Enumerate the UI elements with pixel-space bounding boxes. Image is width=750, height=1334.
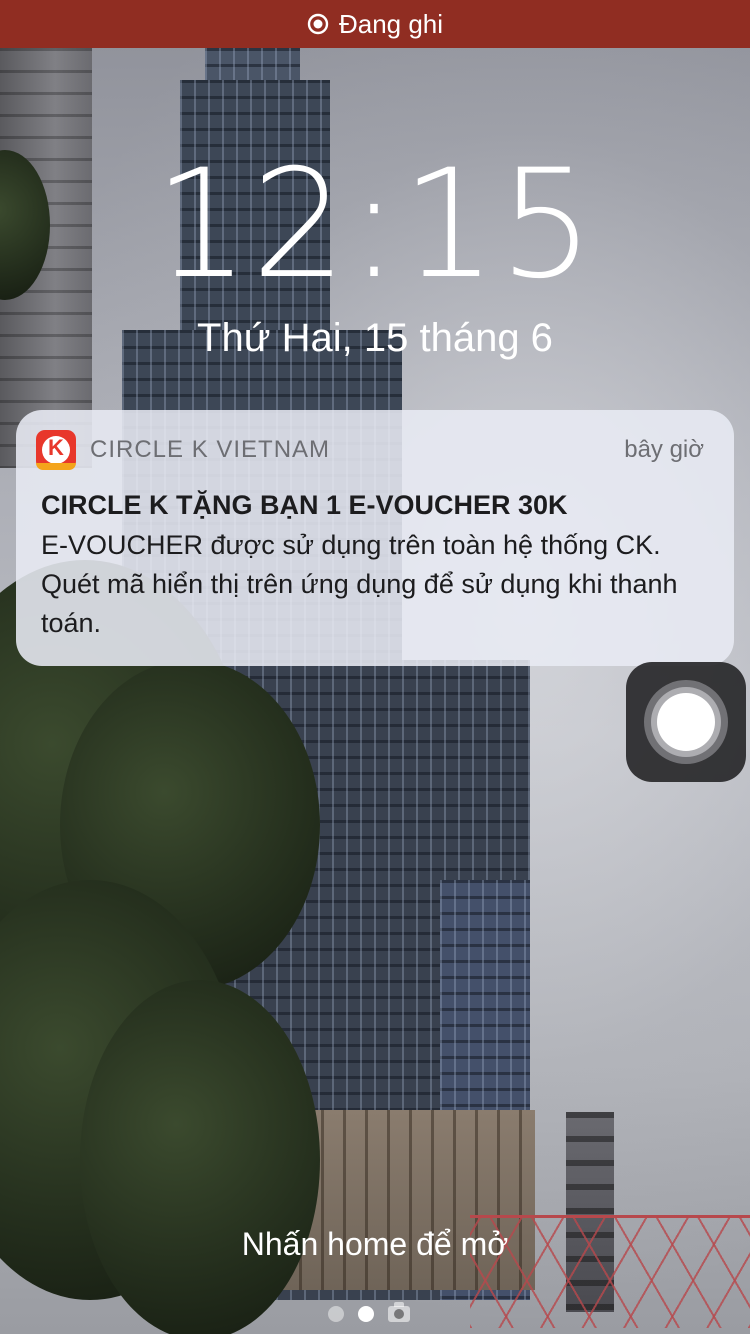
notification-time: bây giờ: [624, 436, 704, 463]
assistive-touch-icon: [644, 680, 728, 764]
page-dot[interactable]: [328, 1306, 344, 1322]
unlock-hint: Nhấn home để mở: [241, 1226, 509, 1262]
notification-app-name: CIRCLE K VIETNAM: [90, 436, 331, 463]
notification-body: E-VOUCHER được sử dụng trên toàn hệ thốn…: [41, 530, 678, 638]
wallpaper-tree: [80, 980, 320, 1334]
lock-screen: Đang ghi 12:15 Thứ Hai, 15 tháng 6 K CIR…: [0, 0, 750, 1334]
circle-k-icon: K: [36, 430, 76, 470]
page-dot-active[interactable]: [358, 1306, 374, 1322]
notification-title: CIRCLE K TẶNG BẠN 1 E-VOUCHER 30K: [41, 490, 568, 520]
recording-banner[interactable]: Đang ghi: [0, 0, 750, 48]
assistive-touch-button[interactable]: [626, 662, 746, 782]
lock-date: Thứ Hai, 15 tháng 6: [197, 316, 553, 360]
recording-icon: [307, 13, 329, 35]
page-indicator[interactable]: [328, 1302, 410, 1326]
notification-card[interactable]: K CIRCLE K VIETNAM bây giờ CIRCLE K TẶNG…: [16, 410, 734, 666]
camera-icon[interactable]: [388, 1302, 410, 1322]
circle-k-icon-letter: K: [48, 435, 64, 460]
recording-label: Đang ghi: [338, 8, 444, 39]
notification-header: K CIRCLE K VIETNAM bây giờ: [36, 430, 704, 470]
lock-clock: 12:15: [153, 138, 597, 312]
